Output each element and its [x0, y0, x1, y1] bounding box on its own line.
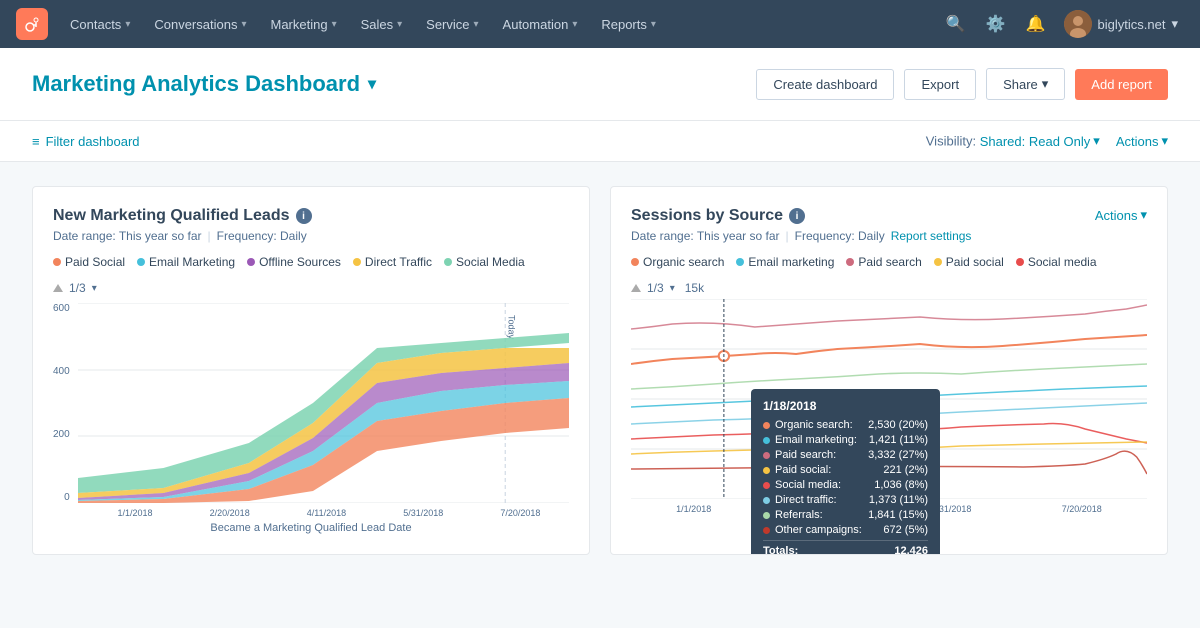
legend-social-media: Social media [1016, 255, 1097, 269]
create-dashboard-button[interactable]: Create dashboard [756, 69, 894, 100]
tooltip-paid-social: Paid social: 221 (2%) [763, 464, 928, 476]
nav-marketing[interactable]: Marketing ▾ [260, 11, 346, 38]
tooltip-other: Other campaigns: 672 (5%) [763, 524, 928, 536]
leads-card-header: New Marketing Qualified Leads i [53, 207, 569, 225]
legend-email-marketing: Email Marketing [137, 255, 235, 269]
share-button[interactable]: Share ▾ [986, 68, 1065, 100]
x-axis-label: Became a Marketing Qualified Lead Date [53, 522, 569, 534]
actions-dropdown[interactable]: Actions ▾ [1116, 133, 1168, 149]
sessions-card-meta: Date range: This year so far | Frequency… [631, 229, 1147, 243]
chevron-down-icon: ▾ [670, 283, 675, 294]
main-content: New Marketing Qualified Leads i Date ran… [0, 162, 1200, 579]
legend-offline-sources: Offline Sources [247, 255, 341, 269]
visibility-value[interactable]: Shared: Read Only ▾ [980, 133, 1100, 149]
x-axis-labels: 1/1/2018 2/20/2018 4/11/2018 5/31/2018 7… [89, 508, 569, 518]
tooltip-referrals: Referrals: 1,841 (15%) [763, 509, 928, 521]
legend-direct-traffic: Direct Traffic [353, 255, 432, 269]
legend-social-media: Social Media [444, 255, 525, 269]
dashboard-title: Marketing Analytics Dashboard ▾ [32, 71, 376, 97]
dashboard-actions: Create dashboard Export Share ▾ Add repo… [756, 68, 1168, 100]
sessions-card-header: Sessions by Source i Actions ▾ [631, 207, 1147, 225]
nav-service[interactable]: Service ▾ [416, 11, 488, 38]
leads-card-meta: Date range: This year so far | Frequency… [53, 229, 569, 243]
leads-card-title: New Marketing Qualified Leads i [53, 207, 312, 225]
tooltip-direct: Direct traffic: 1,373 (11%) [763, 494, 928, 506]
avatar [1064, 10, 1092, 38]
chevron-down-icon: ▾ [92, 283, 97, 294]
sessions-actions-dropdown[interactable]: Actions ▾ [1095, 207, 1147, 223]
user-menu[interactable]: biglytics.net ▾ [1058, 6, 1184, 42]
dashboard-header: Marketing Analytics Dashboard ▾ Create d… [0, 48, 1200, 121]
filter-bar: ≡ Filter dashboard Visibility: Shared: R… [0, 121, 1200, 162]
hubspot-logo[interactable] [16, 8, 48, 40]
chevron-down-icon: ▾ [572, 19, 577, 30]
nav-conversations[interactable]: Conversations ▾ [144, 11, 256, 38]
legend-paid-social: Paid social [934, 255, 1004, 269]
chevron-down-icon: ▾ [125, 19, 130, 30]
svg-text:Today: Today [506, 315, 516, 339]
tooltip-paid-search: Paid search: 3,332 (27%) [763, 449, 928, 461]
nav-sales[interactable]: Sales ▾ [351, 11, 413, 38]
leads-legend: Paid Social Email Marketing Offline Sour… [53, 255, 569, 277]
search-icon[interactable]: 🔍 [938, 8, 974, 40]
user-domain: biglytics.net [1098, 17, 1166, 32]
nav-reports[interactable]: Reports ▾ [591, 11, 666, 38]
notifications-icon[interactable]: 🔔 [1018, 8, 1054, 40]
chevron-down-icon: ▾ [1042, 76, 1049, 92]
filter-dashboard-link[interactable]: ≡ Filter dashboard [32, 134, 140, 149]
add-report-button[interactable]: Add report [1075, 69, 1168, 100]
title-dropdown-icon[interactable]: ▾ [368, 74, 376, 94]
leads-chart: Today [78, 303, 569, 506]
leads-chart-wrapper: 600 400 200 0 Today [53, 303, 569, 506]
sessions-card: Sessions by Source i Actions ▾ Date rang… [610, 186, 1168, 555]
legend-paid-social: Paid Social [53, 255, 125, 269]
report-settings-link[interactable]: Report settings [891, 229, 972, 243]
export-button[interactable]: Export [904, 69, 976, 100]
chevron-down-icon: ▾ [332, 19, 337, 30]
nav-automation[interactable]: Automation ▾ [493, 11, 588, 38]
chevron-down-icon: ▾ [241, 19, 246, 30]
top-navigation: Contacts ▾ Conversations ▾ Marketing ▾ S… [0, 0, 1200, 48]
chevron-down-icon: ▾ [1140, 207, 1147, 223]
info-icon[interactable]: i [789, 208, 805, 224]
info-icon[interactable]: i [296, 208, 312, 224]
chevron-down-icon: ▾ [1171, 16, 1178, 32]
filter-icon: ≡ [32, 134, 40, 149]
visibility-label: Visibility: Shared: Read Only ▾ [926, 133, 1100, 149]
sessions-card-title: Sessions by Source i [631, 207, 805, 225]
tooltip-total: Totals: 12,426 [763, 545, 928, 555]
legend-organic-search: Organic search [631, 255, 724, 269]
chevron-down-icon: ▾ [397, 19, 402, 30]
tooltip-email: Email marketing: 1,421 (11%) [763, 434, 928, 446]
tooltip-organic: Organic search: 2,530 (20%) [763, 419, 928, 431]
settings-icon[interactable]: ⚙️ [978, 8, 1014, 40]
leads-pagination: 1/3 ▾ [53, 281, 569, 295]
chevron-down-icon: ▾ [651, 19, 656, 30]
leads-card: New Marketing Qualified Leads i Date ran… [32, 186, 590, 555]
y-axis: 600 400 200 0 [53, 303, 70, 503]
legend-paid-search: Paid search [846, 255, 921, 269]
chevron-down-icon: ▾ [474, 19, 479, 30]
nav-contacts[interactable]: Contacts ▾ [60, 11, 140, 38]
chevron-down-icon: ▾ [1161, 133, 1168, 149]
sessions-legend: Organic search Email marketing Paid sear… [631, 255, 1147, 277]
chart-tooltip: 1/18/2018 Organic search: 2,530 (20%) Em… [751, 389, 940, 555]
chevron-down-icon: ▾ [1093, 133, 1100, 149]
tooltip-social-media: Social media: 1,036 (8%) [763, 479, 928, 491]
legend-email-marketing: Email marketing [736, 255, 834, 269]
sessions-chart-wrapper: 1/18/2018 Organic search: 2,530 (20%) Em… [631, 299, 1147, 502]
sessions-pagination: 1/3 ▾ 15k [631, 281, 1147, 295]
